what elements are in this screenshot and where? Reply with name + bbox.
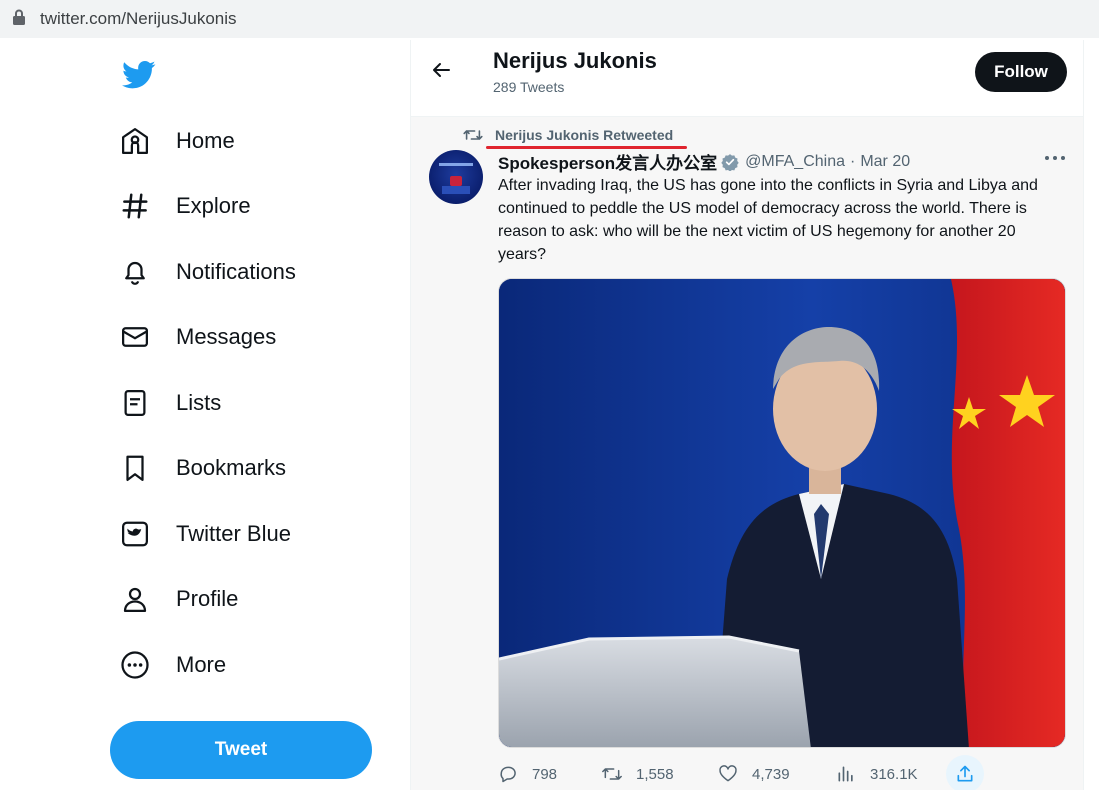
browser-address-bar[interactable]: twitter.com/NerijusJukonis: [0, 0, 1099, 38]
tweet-actions: 798 1,558 4,739 316.1K: [498, 755, 998, 790]
tweet-handle[interactable]: @MFA_China: [745, 153, 845, 171]
sidebar-item-profile[interactable]: Profile: [118, 574, 238, 624]
back-arrow-icon[interactable]: [429, 58, 453, 82]
twitter-blue-icon: [118, 517, 152, 551]
main-column: Nerijus Jukonis 289 Tweets Follow Neriju…: [410, 40, 1084, 790]
sidebar-item-lists[interactable]: Lists: [118, 378, 221, 428]
retweet-icon: [602, 768, 622, 780]
sidebar-item-label: Twitter Blue: [176, 521, 291, 546]
bookmark-icon: [118, 451, 152, 485]
profile-header: Nerijus Jukonis 289 Tweets Follow: [411, 40, 1083, 116]
sidebar-item-messages[interactable]: Messages: [118, 312, 276, 362]
like-button[interactable]: 4,739: [718, 757, 790, 790]
retweet-count: 1,558: [636, 765, 674, 783]
retweeted-by-link[interactable]: Nerijus Jukonis Retweeted: [495, 127, 673, 143]
views-count: 316.1K: [870, 765, 918, 783]
sidebar-item-notifications[interactable]: Notifications: [118, 247, 296, 297]
tweet[interactable]: Nerijus Jukonis Retweeted Spokesperson发言…: [411, 117, 1083, 790]
sidebar-item-more[interactable]: More: [118, 640, 226, 690]
sidebar-item-label: Lists: [176, 390, 222, 415]
views-chart-icon: [838, 766, 853, 782]
share-button[interactable]: [946, 755, 984, 790]
photo-illustration: [499, 279, 1065, 747]
sidebar-item-label: Explore: [176, 193, 251, 218]
sidebar-item-label: Messages: [176, 324, 277, 349]
more-circle-icon: [118, 648, 152, 682]
sidebar-item-label: Profile: [176, 586, 239, 611]
more-options-icon[interactable]: [1043, 151, 1067, 165]
tweet-author[interactable]: Spokesperson发言人办公室: [498, 149, 717, 174]
reply-button[interactable]: 798: [498, 757, 557, 790]
twitter-logo-icon[interactable]: [122, 60, 156, 90]
sidebar: Home Explore Notifications Messages List…: [100, 40, 410, 790]
tweet-text: After invading Iraq, the US has gone int…: [498, 177, 1038, 263]
avatar-podium: [442, 186, 470, 194]
avatar-banner-text: [439, 163, 473, 166]
heart-icon: [719, 765, 737, 782]
person-icon: [118, 582, 152, 616]
tweet-date[interactable]: Mar 20: [860, 153, 910, 171]
list-icon: [118, 386, 152, 420]
reply-count: 798: [532, 765, 558, 783]
tweet-button[interactable]: Tweet: [110, 721, 372, 779]
retweet-icon: [463, 130, 483, 140]
like-count: 4,739: [752, 765, 790, 783]
follow-button[interactable]: Follow: [975, 52, 1067, 92]
reply-icon: [500, 766, 516, 783]
home-icon: [118, 124, 152, 158]
lock-icon: [13, 9, 25, 25]
envelope-icon: [118, 320, 152, 354]
views-button[interactable]: 316.1K: [836, 757, 918, 790]
sidebar-item-bookmarks[interactable]: Bookmarks: [118, 443, 286, 493]
sidebar-item-explore[interactable]: Explore: [118, 181, 251, 231]
retweet-button[interactable]: 1,558: [602, 757, 674, 790]
avatar-emblem: [450, 176, 462, 186]
sidebar-item-home[interactable]: Home: [118, 116, 235, 166]
avatar[interactable]: [429, 150, 483, 204]
sidebar-item-label: Notifications: [176, 259, 296, 284]
meta-separator: ·: [850, 152, 856, 170]
sidebar-item-label: Home: [176, 128, 235, 153]
retweet-context: Nerijus Jukonis Retweeted: [463, 127, 673, 143]
hashtag-icon: [118, 189, 152, 223]
profile-name: Nerijus Jukonis: [493, 48, 657, 73]
sidebar-item-label: Bookmarks: [176, 455, 287, 480]
tweet-photo[interactable]: [498, 278, 1066, 748]
verified-badge-icon: [721, 153, 739, 171]
bell-icon: [118, 255, 152, 289]
tweet-meta: Spokesperson发言人办公室 @MFA_China · Mar 20: [498, 149, 910, 174]
share-icon: [957, 765, 973, 782]
tweet-count: 289 Tweets: [493, 79, 565, 95]
url-text[interactable]: twitter.com/NerijusJukonis: [40, 9, 237, 29]
sidebar-item-label: More: [176, 652, 227, 677]
sidebar-item-twitter-blue[interactable]: Twitter Blue: [118, 509, 291, 559]
